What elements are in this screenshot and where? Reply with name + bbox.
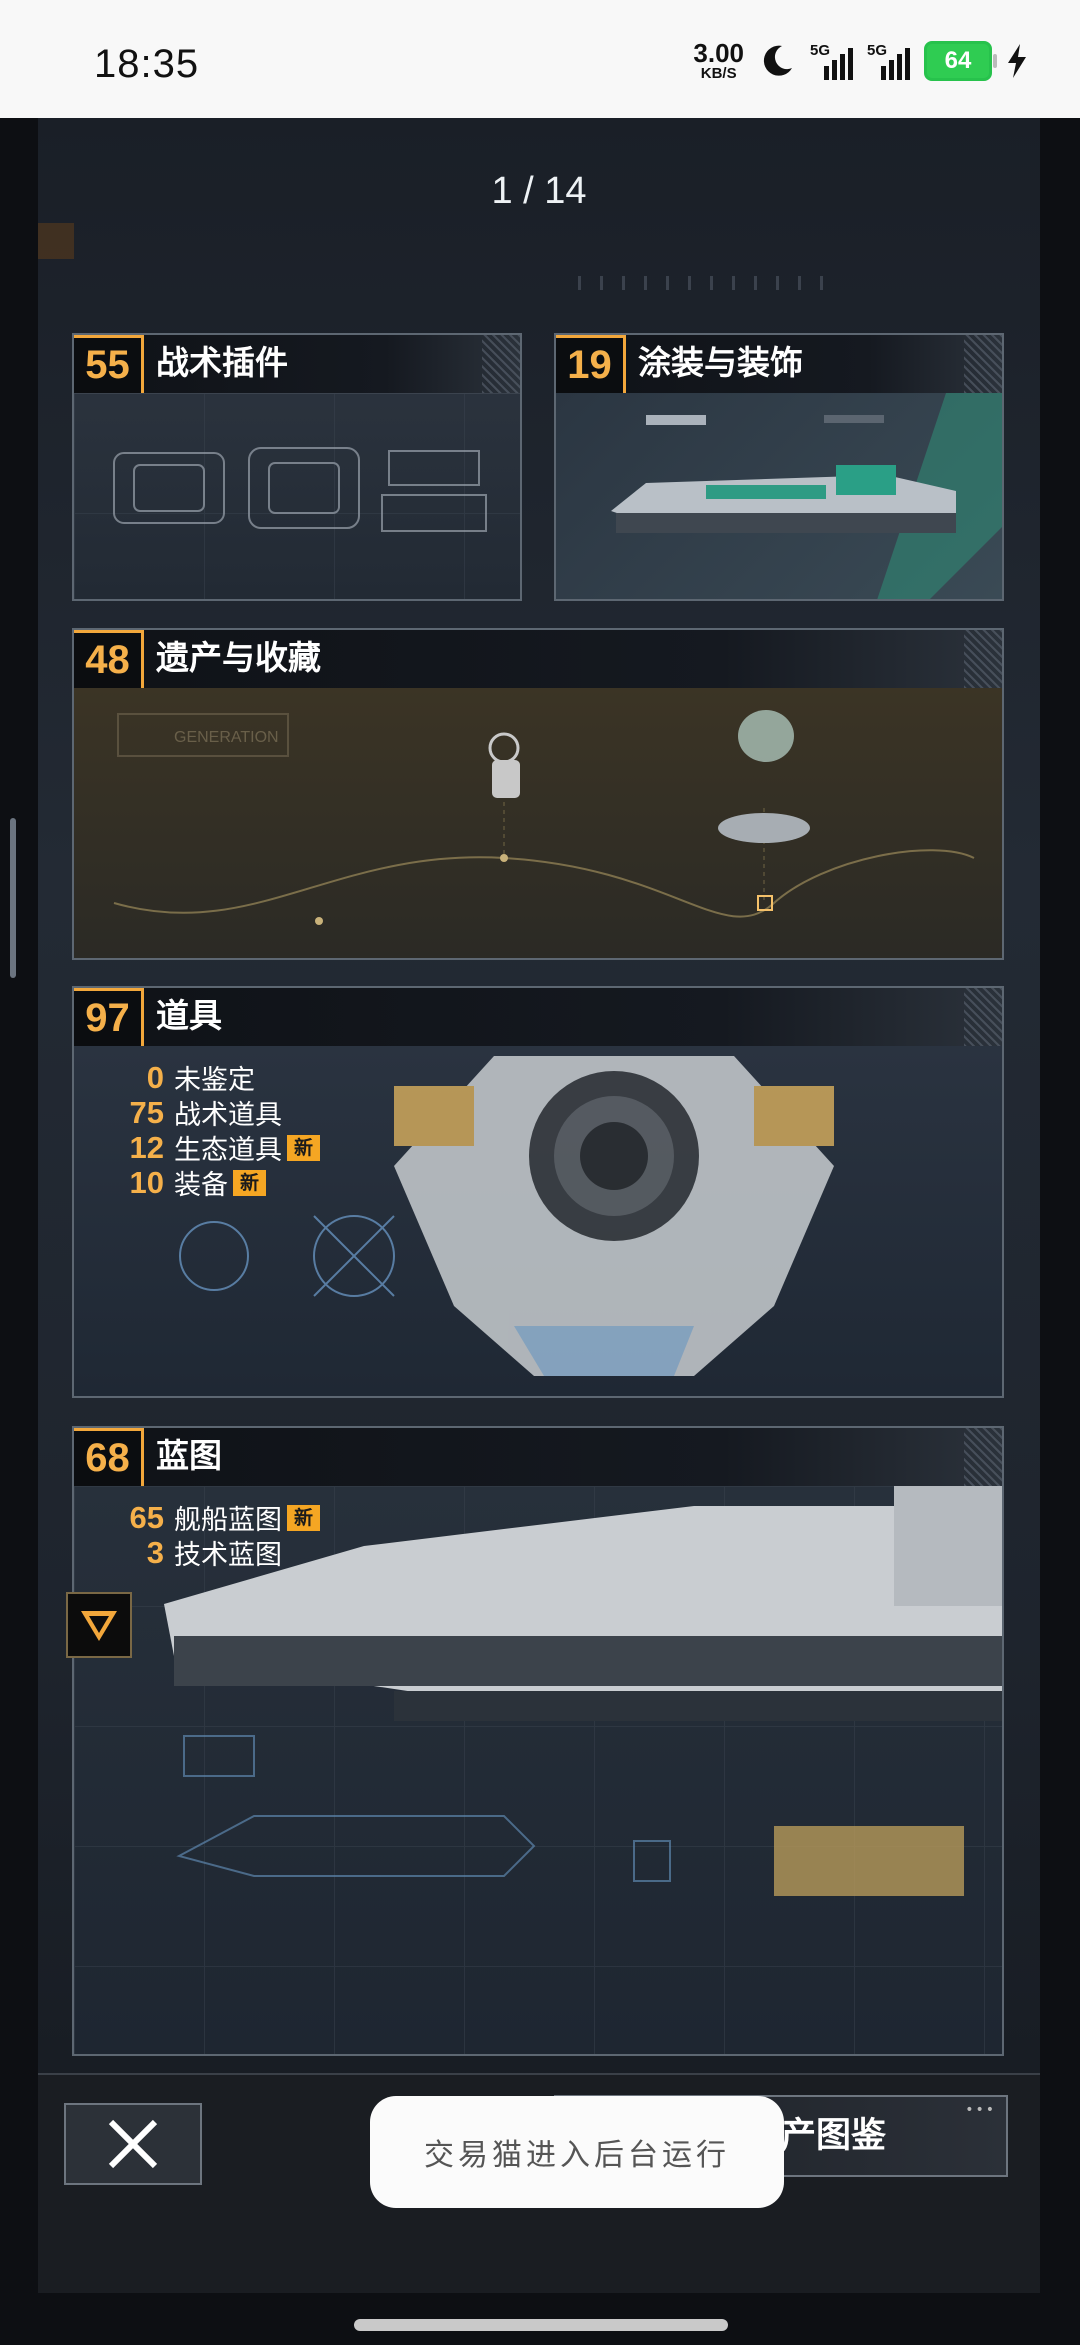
card-paint-decor[interactable]: 19 涂装与装饰 — [554, 333, 1004, 601]
stat-count: 0 — [146, 1059, 164, 1095]
stat-count: 3 — [146, 1534, 164, 1570]
network-speed-unit: KB/S — [700, 65, 737, 82]
stat-label: 舰船蓝图 — [174, 1505, 282, 1536]
card-image: 0 未鉴定 75 战术道具 12 生态道具 新 10 装备 新 — [74, 1046, 1002, 1396]
network-speed-value: 3.00 — [693, 38, 744, 68]
decor-hatch — [964, 335, 1002, 393]
triangle-emblem-icon — [81, 1611, 117, 1641]
battery-level: 64 — [944, 46, 972, 74]
decor-ticks — [578, 276, 838, 290]
decor-hatch — [482, 335, 520, 393]
plugin-blueprint-image — [113, 447, 487, 532]
new-badge: 新 — [287, 1504, 321, 1531]
stat-count: 65 — [129, 1499, 164, 1535]
card-header: 48 遗产与收藏 — [74, 630, 1002, 689]
stat-label: 装备 — [174, 1170, 228, 1201]
status-bar: 18:35 3.00 KB/S 5G 5G 64 — [0, 0, 1080, 118]
card-image — [556, 393, 1002, 599]
stat-row: 75 战术道具 — [108, 1094, 320, 1132]
new-badge: 新 — [287, 1134, 321, 1161]
stat-count: 75 — [129, 1094, 164, 1130]
status-icons: 3.00 KB/S 5G 5G 64 — [693, 40, 1028, 81]
stat-row: 0 未鉴定 — [108, 1059, 320, 1097]
stat-label: 生态道具 — [174, 1135, 282, 1166]
card-items[interactable]: 97 道具 0 未鉴定 75 战术道具 12 生态道具 新 10 装备 新 — [72, 986, 1004, 1398]
card-count: 48 — [74, 630, 144, 688]
decor-hatch — [964, 988, 1002, 1046]
signal-2-icon: 5G — [867, 42, 910, 80]
legacy-collection-image: GENERATION — [113, 710, 975, 925]
app-container: 1 / 14 55 战术插件 19 涂装与装饰 48 遗产与收藏 GENERAT… — [0, 118, 1080, 2345]
card-title: 涂装与装饰 — [638, 343, 803, 382]
signal-1-icon: 5G — [810, 42, 853, 80]
stat-label: 战术道具 — [174, 1100, 282, 1131]
decor-block — [38, 223, 74, 259]
side-badge-icon[interactable] — [66, 1592, 132, 1658]
side-drag-handle[interactable] — [10, 818, 16, 978]
home-indicator[interactable] — [354, 2319, 728, 2331]
charging-bolt-icon — [1008, 43, 1026, 78]
decor-hatch — [964, 630, 1002, 688]
do-not-disturb-moon-icon — [763, 45, 792, 76]
card-count: 19 — [556, 335, 626, 393]
blueprint-stats: 65 舰船蓝图 新 3 技术蓝图 — [108, 1499, 321, 1572]
generation-watermark: GENERATION — [174, 729, 279, 746]
stat-row: 3 技术蓝图 — [108, 1534, 320, 1572]
card-tactical-plugins[interactable]: 55 战术插件 — [72, 333, 522, 601]
items-stats: 0 未鉴定 75 战术道具 12 生态道具 新 10 装备 新 — [108, 1059, 321, 1201]
stat-label: 技术蓝图 — [174, 1540, 282, 1571]
page-indicator: 1 / 14 — [491, 170, 587, 212]
card-count: 55 — [74, 335, 144, 393]
toast-message: 交易猫进入后台运行 — [370, 2096, 784, 2208]
stat-count: 10 — [129, 1164, 164, 1200]
stat-count: 12 — [129, 1129, 164, 1165]
card-image: GENERATION — [74, 688, 1002, 958]
stat-row: 65 舰船蓝图 新 — [108, 1499, 321, 1536]
stat-row: 12 生态道具 新 — [108, 1129, 321, 1166]
decor-dots: ••• — [965, 2102, 996, 2118]
decor-ship-image — [611, 393, 1002, 599]
decor-hatch — [964, 1428, 1002, 1486]
card-count: 97 — [74, 988, 144, 1046]
stat-label: 未鉴定 — [174, 1065, 255, 1096]
battery-indicator: 64 — [924, 40, 997, 81]
card-image — [74, 393, 520, 599]
card-header: 68 蓝图 — [74, 1428, 1002, 1487]
card-header: 55 战术插件 — [74, 335, 520, 394]
game-screen: 1 / 14 55 战术插件 19 涂装与装饰 48 遗产与收藏 GENERAT… — [38, 118, 1040, 2293]
card-legacy-collection[interactable]: 48 遗产与收藏 GENERATION — [72, 628, 1004, 960]
card-blueprints[interactable]: 68 蓝图 65 舰船蓝图 新 3 技术蓝图 — [72, 1426, 1004, 2056]
close-button[interactable] — [64, 2103, 202, 2185]
card-title: 道具 — [156, 996, 222, 1035]
card-header: 19 涂装与装饰 — [556, 335, 1002, 394]
new-badge: 新 — [233, 1169, 267, 1196]
status-time: 18:35 — [94, 42, 200, 86]
card-count: 68 — [74, 1428, 144, 1486]
close-icon — [108, 2119, 158, 2169]
card-title: 战术插件 — [156, 343, 288, 382]
stat-row: 10 装备 新 — [108, 1164, 320, 1201]
network-speed: 3.00 KB/S — [693, 40, 744, 81]
card-header: 97 道具 — [74, 988, 1002, 1047]
signal-2-label: 5G — [867, 41, 888, 59]
card-title: 遗产与收藏 — [156, 638, 321, 677]
card-title: 蓝图 — [156, 1436, 222, 1475]
signal-1-label: 5G — [810, 41, 831, 59]
card-image: 65 舰船蓝图 新 3 技术蓝图 — [74, 1486, 1002, 2054]
